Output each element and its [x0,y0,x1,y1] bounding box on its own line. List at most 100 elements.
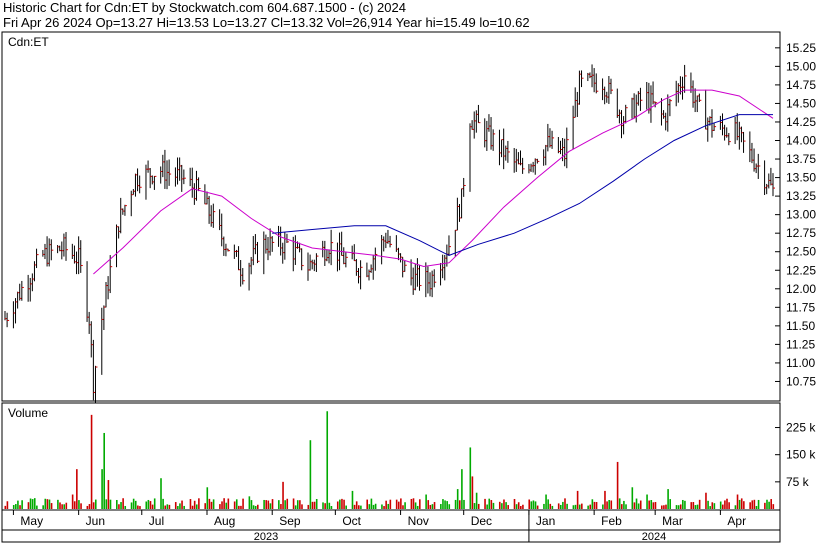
volume-bar [764,502,766,509]
price-tick-label: 13.00 [786,208,816,222]
volume-bar [118,504,120,509]
price-tick-label: 11.25 [786,337,815,351]
volume-bar [543,503,545,509]
volume-bar [724,500,726,509]
volume-bar [770,499,772,509]
volume-bar [738,499,741,509]
volume-bar [522,504,524,509]
price-tick-label: 15.25 [786,41,816,55]
volume-bar [557,503,560,509]
volume-bar [6,501,9,509]
volume-bar [473,503,476,509]
volume-tick-label: 150 k [786,448,816,462]
volume-bar [322,502,324,509]
volume-bar [265,500,268,509]
volume-bar [772,504,775,509]
volume-bar [660,505,663,509]
month-label: Nov [408,514,429,528]
volume-bar [204,503,206,509]
volume-bar [547,499,549,509]
volume-bar [27,502,30,509]
volume-bar [195,504,198,509]
volume-bar [256,504,259,509]
volume-bar [684,500,686,509]
volume-title: Volume [8,406,48,420]
volume-bar [530,501,533,509]
volume-bar [78,500,80,509]
volume-bar [456,489,459,509]
volume-bar [400,498,402,509]
volume-bar [633,502,636,509]
volume-bar [623,500,625,509]
volume-bar [734,505,737,509]
volume-bar [498,501,501,509]
volume-bar [145,501,148,509]
volume-bar [31,499,34,509]
price-axis: 15.25 15.00 14.75 14.50 14.25 14.00 13.75 13.50… [775,41,816,388]
volume-bar [690,502,693,509]
month-label: May [20,514,43,528]
volume-bar [179,503,181,509]
volume-bar [149,501,152,509]
volume-bar [520,506,522,509]
volume-bar [309,440,312,509]
price-tick-label: 11.75 [786,300,815,314]
volume-bar [675,505,678,509]
volume-bar [353,504,356,509]
volume-bar [484,498,486,509]
volume-bar [233,501,236,509]
volume-bar [15,504,17,509]
volume-bar [477,503,480,509]
volume-bar [475,492,478,509]
volume-bar [709,506,711,509]
month-label: Dec [471,514,492,528]
volume-bar [210,501,213,509]
price-tick-label: 11.00 [786,356,815,370]
volume-bar [307,504,310,509]
volume-bar [351,490,354,509]
volume-bar [663,505,665,509]
volume-bar [345,505,347,509]
volume-bar [219,504,221,509]
volume-bar [80,503,82,509]
volume-bar [637,503,640,509]
volume-bar [463,499,465,509]
price-tick-label: 14.00 [786,134,816,148]
price-tick-label: 11.50 [786,319,815,333]
volume-bar [719,501,722,509]
volume-bar [576,490,579,509]
volume-bar [425,494,427,509]
volume-bar [442,499,444,509]
volume-bar [429,504,432,509]
volume-bar [427,500,430,509]
volume-bar [134,500,137,509]
volume-bar [147,499,150,509]
month-label: Mar [662,514,683,528]
volume-bar [551,505,554,509]
volume-bar [235,499,238,509]
volume-bar [189,499,192,509]
month-label: Jun [86,514,105,528]
volume-bar [107,480,110,509]
volume-bar [101,469,103,509]
volume-bar [19,505,21,509]
volume-bar [581,503,583,509]
volume-bar [326,411,329,509]
price-tick-label: 14.50 [786,96,816,110]
volume-bar [757,499,760,509]
volume-bar [120,502,122,509]
volume-bar [254,505,257,509]
volume-bar [330,506,333,509]
price-frame [1,31,781,402]
volume-bar [440,504,442,509]
volume-bar [29,498,32,509]
volume-bar [387,503,390,509]
volume-bar [357,505,360,509]
volume-bar [137,505,139,509]
volume-bar [549,503,552,509]
volume-bar [517,502,520,509]
volume-bar [414,502,417,509]
volume-bar [166,504,169,509]
volume-bar [505,502,507,509]
volume-bar [625,504,627,509]
